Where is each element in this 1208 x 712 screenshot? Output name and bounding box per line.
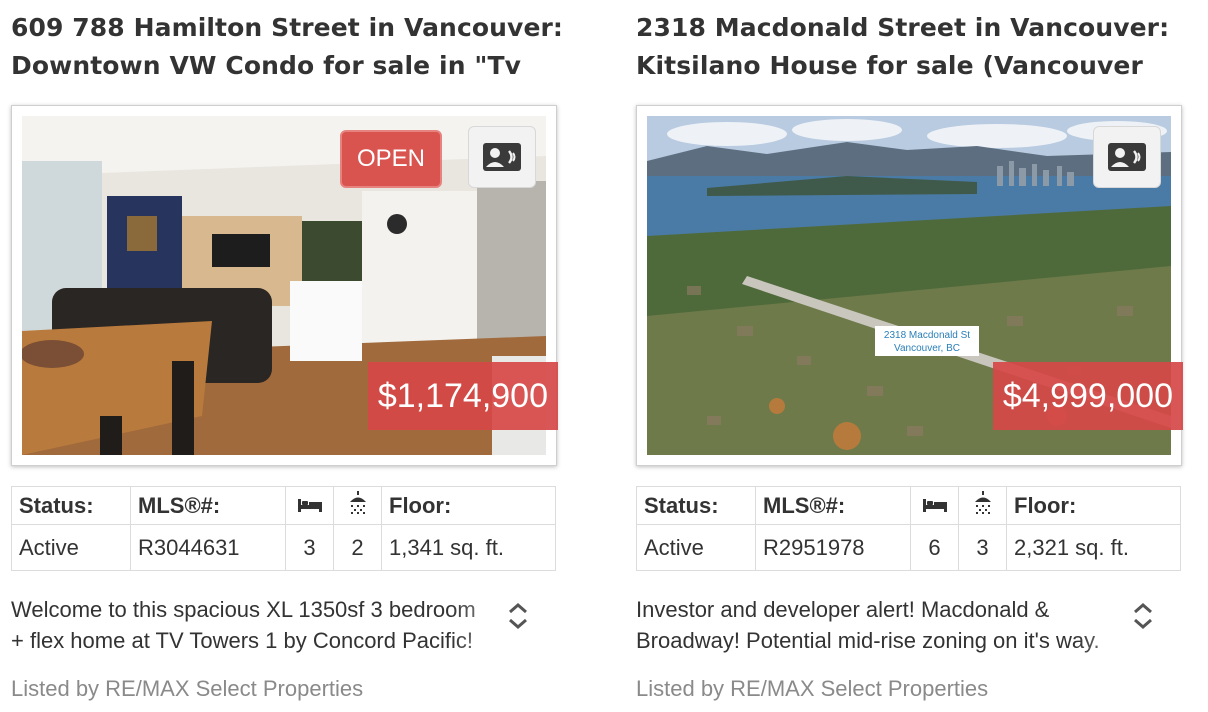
chevron-up-icon[interactable] [508,602,528,614]
shower-icon [974,490,991,514]
open-house-badge[interactable]: OPEN [340,130,442,188]
listing-description: Investor and developer alert! Macdonald … [636,594,1166,658]
listing-photo-frame[interactable]: OPEN $1,174,900 [11,105,558,466]
beds-value: 3 [285,524,334,571]
facts-value-row: Active R2951978 6 3 2,321 sq. ft. [636,524,1181,571]
bath-header [958,486,1007,525]
floor-value: 2,321 sq. ft. [1006,524,1181,571]
status-header: Status: [636,486,756,525]
photo-label-line-1: 2318 Macdonald St [884,330,970,341]
contact-agent-button[interactable] [468,126,536,188]
status-header: Status: [11,486,131,525]
listing-description: Welcome to this spacious XL 1350sf 3 bed… [11,594,541,658]
title-line-1[interactable]: 2318 Macdonald Street in Vancouver: [636,9,1186,47]
facts-table: Status: MLS®#: Floor: Active R2951978 6 … [636,486,1181,571]
facts-header-row: Status: MLS®#: Floor: [636,486,1181,525]
bed-header [285,486,334,525]
facts-header-row: Status: MLS®#: Floor: [11,486,556,525]
listed-by: Listed by RE/MAX Select Properties [11,676,364,701]
status-value: Active [11,524,131,571]
floor-header: Floor: [381,486,556,525]
bath-header [333,486,382,525]
floor-value: 1,341 sq. ft. [381,524,556,571]
listing-card: 2318 Macdonald Street in Vancouver: Kits… [636,0,1186,701]
description-scroll[interactable] [1133,602,1153,630]
contact-card-icon [483,143,521,171]
listing-title[interactable]: 2318 Macdonald Street in Vancouver: Kits… [636,0,1186,92]
bed-header [910,486,959,525]
mls-header: MLS®#: [130,486,286,525]
bed-icon [922,498,947,512]
listing-photo-frame[interactable]: 2318 Macdonald St Vancouver, BC $4,999,0… [636,105,1183,466]
contact-card-icon [1108,143,1146,171]
title-line-2[interactable]: Downtown VW Condo for sale in "Tv [11,47,561,85]
mls-header: MLS®#: [755,486,911,525]
listing-card: 609 788 Hamilton Street in Vancouver: Do… [11,0,561,701]
shower-icon [349,490,366,514]
floor-header: Floor: [1006,486,1181,525]
baths-value: 2 [333,524,382,571]
description-scroll[interactable] [508,602,528,630]
listing-title[interactable]: 609 788 Hamilton Street in Vancouver: Do… [11,0,561,92]
baths-value: 3 [958,524,1007,571]
mls-value: R2951978 [755,524,911,571]
listed-by: Listed by RE/MAX Select Properties [636,676,989,701]
status-value: Active [636,524,756,571]
chevron-down-icon[interactable] [1133,618,1153,630]
facts-table: Status: MLS®#: Floor: Active R3044631 3 … [11,486,556,571]
photo-label-line-2: Vancouver, BC [894,343,960,354]
title-line-1[interactable]: 609 788 Hamilton Street in Vancouver: [11,9,561,47]
listing-price[interactable]: $1,174,900 [367,362,558,430]
contact-agent-button[interactable] [1093,126,1161,188]
chevron-down-icon[interactable] [508,618,528,630]
bed-icon [297,498,322,512]
beds-value: 6 [910,524,959,571]
chevron-up-icon[interactable] [1133,602,1153,614]
listing-price[interactable]: $4,999,000 [992,362,1183,430]
mls-value: R3044631 [130,524,286,571]
title-line-2[interactable]: Kitsilano House for sale (Vancouver [636,47,1186,85]
facts-value-row: Active R3044631 3 2 1,341 sq. ft. [11,524,556,571]
